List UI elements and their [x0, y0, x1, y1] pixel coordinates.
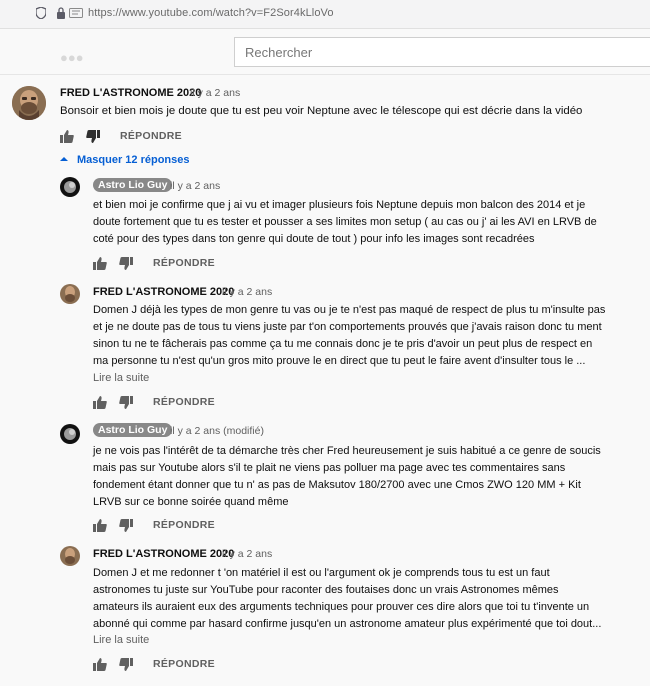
read-more-link[interactable]: Lire la suite [93, 634, 149, 646]
avatar[interactable] [60, 284, 80, 304]
search-input[interactable]: Rechercher [234, 37, 650, 67]
avatar[interactable] [60, 424, 80, 444]
avatar[interactable] [12, 86, 46, 120]
comment-text-line: je ne vois pas l'intérêt de ta démarche … [93, 445, 601, 457]
comment-date[interactable]: il y a 2 ans [222, 286, 272, 298]
read-more-link[interactable]: Lire la suite [93, 372, 149, 384]
comment-text-line: astronomes tu juste sur YouTube pour rac… [93, 584, 559, 596]
thumbs-up-icon[interactable] [93, 658, 107, 671]
thumbs-up-icon[interactable] [93, 519, 107, 532]
comment-text-line: et bien moi je confirme que j ai vu et i… [93, 199, 586, 211]
comment-date[interactable]: il y a 2 ans [190, 87, 240, 99]
hide-replies-label: Masquer 12 réponses [77, 154, 190, 166]
comment-text-line: ma personne tu n'est qu'un gros mito pro… [93, 355, 586, 367]
shield-icon[interactable] [36, 7, 46, 19]
comment-author[interactable]: FRED L'ASTRONOME 2020 [93, 286, 234, 298]
comment-text-line: et je ne doute pas de tous tu viens just… [93, 321, 602, 333]
comment-text-line: mais pas sur Youtube alors s'il te plait… [93, 462, 566, 474]
comment-text-line: LRVB sur ce bonne soirée quand même [93, 496, 289, 508]
comment-text-line: doute fortement que tu es tester et pous… [93, 216, 597, 228]
comment-text-line: Domen J déjà les types de mon genre tu v… [93, 304, 606, 316]
thumbs-up-icon[interactable] [60, 130, 74, 143]
comment-author[interactable]: FRED L'ASTRONOME 2020 [60, 87, 201, 99]
permissions-icon[interactable] [69, 8, 83, 18]
comment-text: Domen J déjà les types de mon genre tu v… [93, 302, 605, 370]
comment-text-line: abonné qui comme par hasard confirme jus… [93, 618, 602, 630]
reply-button[interactable]: RÉPONDRE [153, 519, 215, 531]
reply-button[interactable]: RÉPONDRE [153, 257, 215, 269]
thumbs-down-icon[interactable] [119, 396, 133, 409]
thumbs-down-icon[interactable] [119, 519, 133, 532]
lock-icon[interactable] [56, 7, 66, 19]
comment-date[interactable]: il y a 2 ans (modifié) [170, 425, 264, 437]
comment-text: et bien moi je confirme que j ai vu et i… [93, 197, 597, 248]
author-badge[interactable]: Astro Lio Guy [93, 178, 173, 192]
comment-text: je ne vois pas l'intérêt de ta démarche … [93, 443, 601, 511]
comment-text-line: sinon tu ne te fâcherais pas comme ça tu… [93, 338, 593, 350]
comment-date[interactable]: il y a 2 ans [170, 180, 220, 192]
chevron-up-icon [60, 157, 68, 161]
comment-text-line: fondement étant donner que tu n' as pas … [93, 479, 581, 491]
author-badge[interactable]: Astro Lio Guy [93, 423, 173, 437]
comment-text: Bonsoir et bien mois je doute que tu est… [60, 105, 583, 117]
browser-url-bar[interactable]: https://www.youtube.com/watch?v=F2Sor4kL… [0, 0, 650, 29]
header-divider [0, 74, 650, 75]
reply-button[interactable]: RÉPONDRE [153, 396, 215, 408]
comment-text-line: Domen J et me redonner t 'on matériel il… [93, 567, 550, 579]
reply-button[interactable]: RÉPONDRE [153, 658, 215, 670]
comment-date[interactable]: il y a 2 ans [222, 548, 272, 560]
thumbs-down-icon[interactable] [119, 257, 133, 270]
thumbs-down-icon[interactable] [119, 658, 133, 671]
reply-button[interactable]: RÉPONDRE [120, 130, 182, 142]
url-text[interactable]: https://www.youtube.com/watch?v=F2Sor4kL… [88, 7, 334, 19]
comment-text: Domen J et me redonner t 'on matériel il… [93, 565, 601, 633]
comment-text-line: coté pour des types dans ton genre qui d… [93, 233, 535, 245]
header-ghost: ●●● [60, 50, 84, 65]
avatar[interactable] [60, 177, 80, 197]
comment-author[interactable]: FRED L'ASTRONOME 2020 [93, 548, 234, 560]
thumbs-up-icon[interactable] [93, 257, 107, 270]
avatar[interactable] [60, 546, 80, 566]
comment-text-line: amateurs ils auraient eux des arguments … [93, 601, 590, 613]
search-placeholder: Rechercher [245, 45, 313, 60]
thumbs-up-icon[interactable] [93, 396, 107, 409]
thumbs-down-icon[interactable] [86, 130, 100, 143]
